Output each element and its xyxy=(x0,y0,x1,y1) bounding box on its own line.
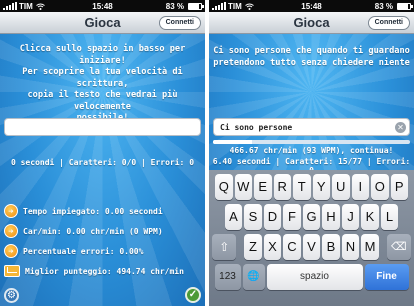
key-k[interactable]: K xyxy=(361,204,379,230)
stat-best-score: Miglior punteggio: 494.74 chr/min xyxy=(4,265,184,277)
key-w[interactable]: W xyxy=(234,174,252,200)
key-u[interactable]: U xyxy=(332,174,350,200)
key-z[interactable]: Z xyxy=(244,234,262,260)
key-e[interactable]: E xyxy=(254,174,272,200)
keyboard-row-1: QWERTYUIOP xyxy=(211,174,412,200)
instructions-line: copia il testo che vedrai più velocement… xyxy=(27,90,178,112)
stat-label: Tempo impiegato: 0.00 secondi xyxy=(23,206,163,216)
instructions-line: Clicca sullo spazio in basso per iniziar… xyxy=(19,44,186,66)
key-r[interactable]: R xyxy=(273,174,291,200)
key-a[interactable]: A xyxy=(224,204,243,230)
key-h[interactable]: H xyxy=(322,204,340,230)
target-text-line: pretendono tutto senza chiedere niente xyxy=(213,57,410,68)
typing-input-value: Ci sono persone xyxy=(220,123,293,132)
envelope-icon xyxy=(4,265,20,277)
stat-errors: ➔ Percentuale errori: 0.00% xyxy=(4,244,143,258)
progress-bar xyxy=(213,140,410,144)
status-bar: TIM 15:48 83 % xyxy=(209,0,414,12)
key-n[interactable]: N xyxy=(341,234,360,260)
battery-percent: 83 % xyxy=(374,1,393,11)
left-screen: TIM 15:48 83 % Gioca Connetti Clicca sul… xyxy=(0,0,205,306)
stat-time: ➔ Tempo impiegato: 0.00 secondi xyxy=(4,204,163,218)
nav-bar: Gioca Connetti xyxy=(209,12,414,34)
status-bar: TIM 15:48 83 % xyxy=(0,0,205,12)
typing-input[interactable]: Ci sono persone ✕ xyxy=(213,118,410,136)
key-p[interactable]: P xyxy=(390,174,408,200)
key-l[interactable]: L xyxy=(380,204,399,230)
battery-percent: 83 % xyxy=(165,1,184,11)
keyboard-row-4: 123 🌐 spazio Fine xyxy=(211,264,412,290)
done-key[interactable]: Fine xyxy=(364,264,409,290)
connect-button[interactable]: Connetti xyxy=(367,16,410,30)
stat-label: Miglior punteggio: 494.74 chr/min xyxy=(25,266,184,276)
clear-icon[interactable]: ✕ xyxy=(395,122,406,133)
key-m[interactable]: M xyxy=(361,234,379,260)
key-v[interactable]: V xyxy=(302,234,321,260)
stat-label: Percentuale errori: 0.00% xyxy=(23,246,144,256)
nav-bar: Gioca Connetti xyxy=(0,12,205,34)
typing-input[interactable] xyxy=(4,118,201,136)
shift-key[interactable]: ⇧ xyxy=(212,234,237,260)
key-o[interactable]: O xyxy=(371,174,389,200)
battery-icon xyxy=(188,2,204,10)
key-t[interactable]: T xyxy=(293,174,311,200)
battery-icon xyxy=(397,2,413,10)
numbers-key[interactable]: 123 xyxy=(214,264,241,290)
instructions-text: Clicca sullo spazio in basso per iniziar… xyxy=(4,44,201,125)
key-y[interactable]: Y xyxy=(312,174,330,200)
key-d[interactable]: D xyxy=(263,204,282,230)
key-f[interactable]: F xyxy=(283,204,301,230)
arrow-right-icon: ➔ xyxy=(4,244,18,258)
key-s[interactable]: S xyxy=(244,204,262,230)
stat-speed: ➔ Car/min: 0.00 chr/min (0 WPM) xyxy=(4,224,163,238)
arrow-right-icon: ➔ xyxy=(4,204,18,218)
key-i[interactable]: I xyxy=(351,174,369,200)
key-b[interactable]: B xyxy=(322,234,340,260)
target-text-line: Ci sono persone che quando ti guardano xyxy=(213,46,410,56)
rate-line: 466.67 chr/min (93 WPM), continua! xyxy=(229,146,394,155)
target-text: Ci sono persone che quando ti guardano p… xyxy=(213,46,410,69)
delete-key[interactable]: ⌫ xyxy=(386,234,411,260)
connect-button[interactable]: Connetti xyxy=(158,16,201,30)
keyboard-row-2: ASDFGHJKL xyxy=(211,204,412,230)
keyboard: QWERTYUIOP ASDFGHJKL ⇧ ZXCVBNM ⌫ 123 🌐 s… xyxy=(209,170,414,306)
key-x[interactable]: X xyxy=(263,234,282,260)
globe-key-icon[interactable]: 🌐 xyxy=(242,264,265,290)
keyboard-row-3: ⇧ ZXCVBNM ⌫ xyxy=(211,234,412,260)
stats-line: 0 secondi | Caratteri: 0/0 | Errori: 0 xyxy=(10,158,195,167)
key-q[interactable]: Q xyxy=(215,174,233,200)
arrow-right-icon: ➔ xyxy=(4,224,18,238)
settings-gear-icon[interactable]: ⚙ xyxy=(4,288,19,303)
stat-label: Car/min: 0.00 chr/min (0 WPM) xyxy=(23,226,163,236)
key-g[interactable]: G xyxy=(302,204,321,230)
key-c[interactable]: C xyxy=(283,234,301,260)
key-j[interactable]: J xyxy=(341,204,360,230)
instructions-line: Per scoprire la tua velocità di scrittur… xyxy=(22,67,183,89)
checkmark-icon[interactable]: ✓ xyxy=(185,287,201,303)
space-key[interactable]: spazio xyxy=(266,264,363,290)
right-screen: TIM 15:48 83 % Gioca Connetti Ci sono pe… xyxy=(209,0,414,306)
progress-fill xyxy=(213,140,253,144)
